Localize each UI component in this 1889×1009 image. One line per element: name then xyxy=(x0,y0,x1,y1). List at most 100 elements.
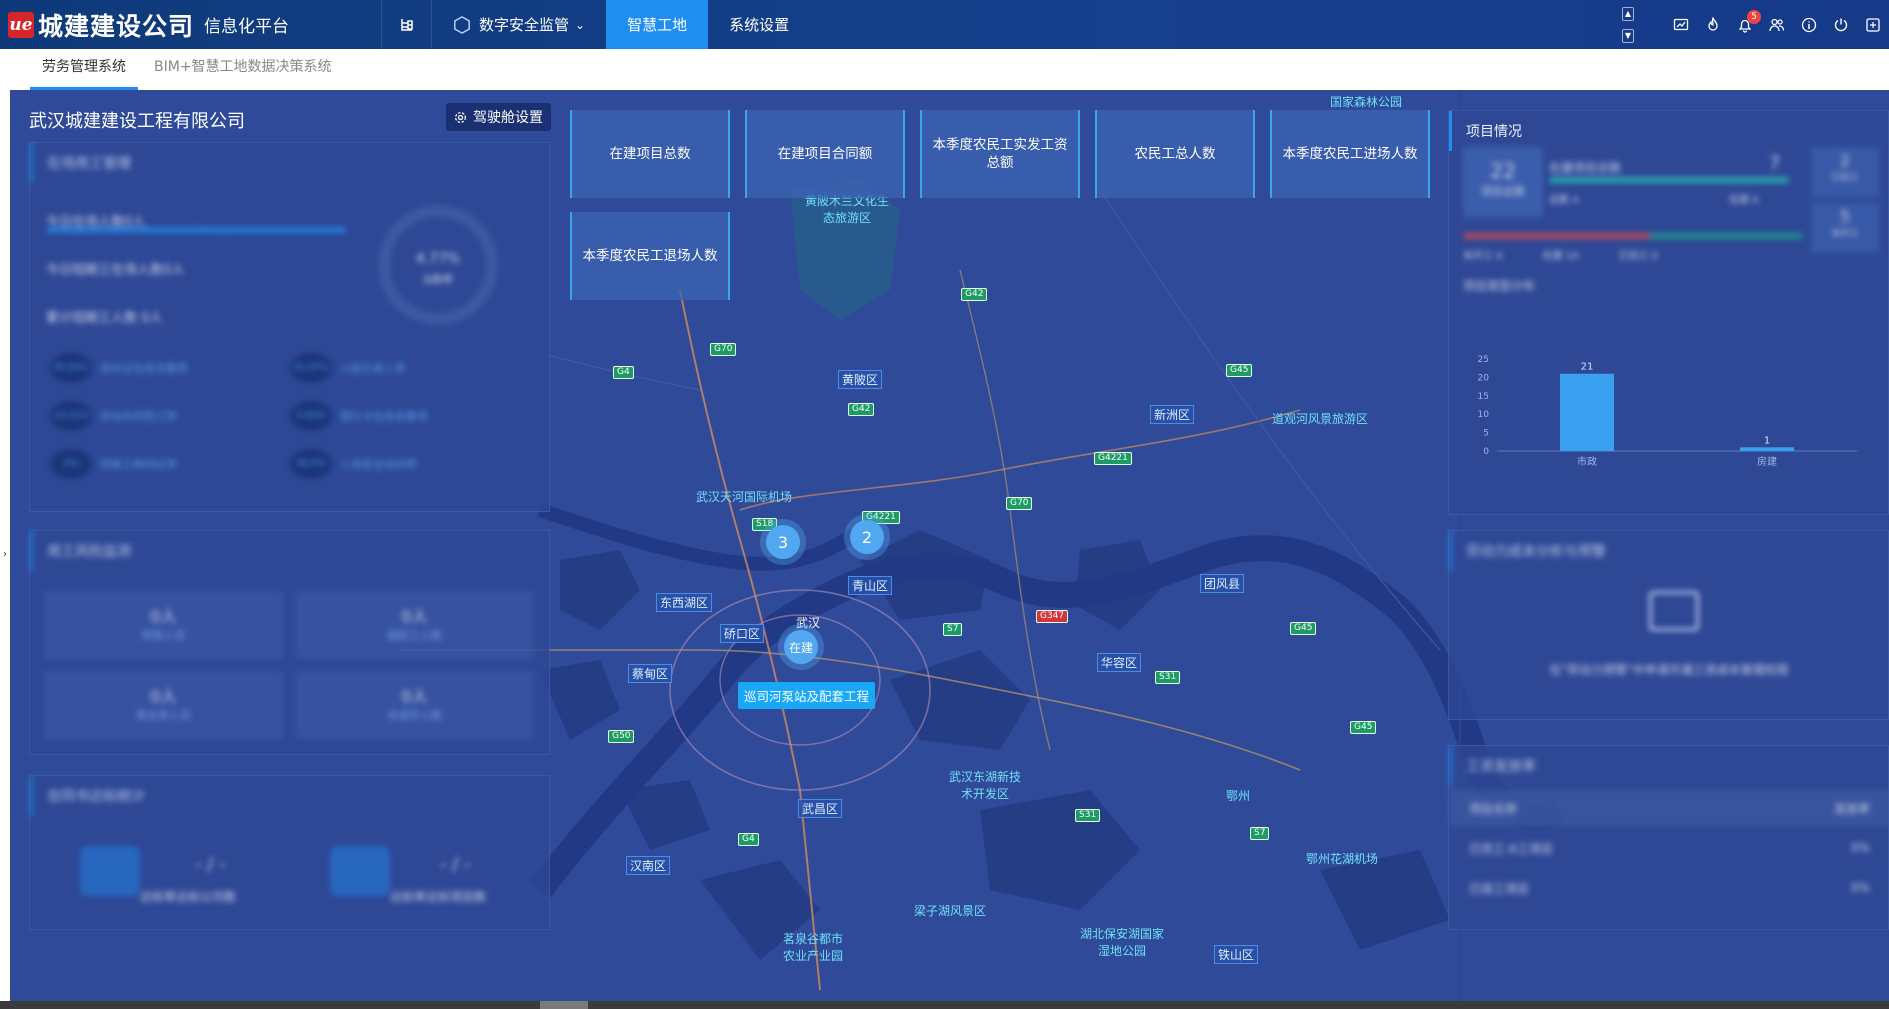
chevron-down-icon[interactable]: ▼ xyxy=(1622,28,1634,43)
road-shield: S31 xyxy=(1075,809,1101,822)
nav-label: 数字安全监管 xyxy=(479,16,570,34)
progress-bar xyxy=(1549,177,1789,183)
onsite-labor-panel: 在场用工管理 今日在场人数0人 今日短期工在场人数0人 累计短期工人数 0人 4… xyxy=(29,142,550,512)
stat-item: 0.00% 银行卡信息采集率 xyxy=(290,401,530,431)
status-legend: 未开工 0 在建 10 已完工 0 xyxy=(1463,247,1658,262)
side-label: 已完工 xyxy=(1831,173,1859,183)
tab-labor-management[interactable]: 劳务管理系统 xyxy=(30,49,138,90)
stat-value: 91.67% xyxy=(290,353,332,383)
map-label: 黄陂区 xyxy=(838,370,883,389)
panel-title: 工资发放率 xyxy=(1449,746,1888,786)
y-tick-label: 15 xyxy=(1478,392,1489,402)
kpi-card[interactable]: 本季度农民工实发工资总额 xyxy=(920,110,1080,198)
road-shield: G347 xyxy=(1036,610,1069,623)
kpi-card[interactable]: 在建项目合同额 xyxy=(745,110,905,198)
stat-label: 银行卡信息采集率 xyxy=(340,410,428,423)
nav-digital-safety[interactable]: 数字安全监管 ⌄ xyxy=(432,0,606,49)
kpi-card[interactable]: 本季度农民工退场人数 xyxy=(570,212,730,300)
risk-card[interactable]: 0人 黑名单人员 xyxy=(44,671,283,739)
stat-label: 特殊工种持证率 xyxy=(100,458,177,471)
risk-value: 0人 xyxy=(150,687,177,706)
stat-value: 14.11% xyxy=(50,401,92,431)
map-label: 鄂州 xyxy=(1226,789,1251,803)
labor-cost-content: 劳动力成本分析与预警 在"劳动力预警"中申请开通工资成本管理权限 xyxy=(1449,531,1888,677)
project-label[interactable]: 巡司河泵站及配套工程 xyxy=(738,682,876,709)
risk-card[interactable]: 0人 未成年人数 xyxy=(295,671,534,739)
stat-label: 劳动合同签订率 xyxy=(100,410,177,423)
table-header: 项目名称 发放率 xyxy=(1449,790,1889,826)
risk-card[interactable]: 0人 超龄工人数 xyxy=(295,591,534,659)
map-label: 青山区 xyxy=(848,576,893,595)
chevron-up-icon[interactable]: ▲ xyxy=(1622,6,1634,21)
row-sub: 在建 0 xyxy=(1729,195,1759,206)
nav-system-settings[interactable]: 系统设置 xyxy=(708,0,810,49)
wage-payment-content: 工资发放率 项目名称 发放率 已完工-6工项目 0% 已竣工项目 0% xyxy=(1449,746,1889,896)
power-button[interactable] xyxy=(1825,0,1857,49)
project-cluster-marker[interactable]: 3 xyxy=(766,525,800,559)
project-cluster-marker[interactable]: 2 xyxy=(850,520,884,554)
fullscreen-button[interactable] xyxy=(1857,0,1889,49)
map-label: 道观河风景旅游区 xyxy=(1272,412,1369,426)
kpi-card[interactable]: 农民工总人数 xyxy=(1095,110,1255,198)
column-header: 项目名称 xyxy=(1469,801,1518,816)
fire-button[interactable] xyxy=(1697,0,1729,49)
fullscreen-icon xyxy=(1866,17,1880,32)
info-button[interactable] xyxy=(1793,0,1825,49)
users-button[interactable] xyxy=(1761,0,1793,49)
project-marker[interactable]: 在建 xyxy=(784,630,818,664)
table-row[interactable]: 已完工-6工项目 0% xyxy=(1449,830,1889,866)
bar-value-label: 1 xyxy=(1764,435,1770,446)
total-label: 项目总数 xyxy=(1481,185,1525,198)
map-label: 梁子湖风景区 xyxy=(914,904,987,918)
side-stat: 5 未开工 xyxy=(1811,203,1879,253)
company-name: 城建建设公司 xyxy=(38,11,195,41)
row-value: 7 xyxy=(1769,153,1781,174)
y-tick-label: 5 xyxy=(1483,429,1489,439)
x-tick-label: 市政 xyxy=(1577,455,1597,468)
kpi-card[interactable]: 本季度农民工进场人数 xyxy=(1270,110,1430,198)
notification-button[interactable]: 5 xyxy=(1729,0,1761,49)
tree-menu-button[interactable] xyxy=(382,0,432,49)
risk-card-grid: 0人 特殊人员 0人 超龄工人数 0人 黑名单人员 0人 未成年人数 xyxy=(44,591,534,739)
project-status-panel: 项目情况 22 项目总数 在建项目总数 7 总数 4 在建 0 2 已完工 5 未开工… xyxy=(1448,110,1889,515)
bar[interactable] xyxy=(1740,447,1794,451)
logo[interactable]: ue 城建建设公司 信息化平台 xyxy=(0,0,382,49)
tab-bim-decision[interactable]: BIM+智慧工地数据决策系统 xyxy=(142,49,344,90)
panel-title: 用工风险监测 xyxy=(30,531,549,571)
project-total-card: 22 项目总数 xyxy=(1463,147,1543,217)
chart-title: 项目类型分布 xyxy=(1463,279,1536,293)
table-row[interactable]: 已竣工项目 0% xyxy=(1449,870,1889,906)
nav-label: 系统设置 xyxy=(729,16,790,34)
risk-label: 未成年人数 xyxy=(387,709,442,722)
side-stat: 2 已完工 xyxy=(1811,147,1879,197)
x-tick-label: 房建 xyxy=(1757,455,1777,468)
bar-value-label: 21 xyxy=(1581,362,1594,373)
power-icon xyxy=(1834,18,1848,31)
stat-value: 0% xyxy=(50,449,92,479)
road-shield: S7 xyxy=(1250,827,1270,840)
monitor-chart-button[interactable] xyxy=(1665,0,1697,49)
risk-label: 超龄工人数 xyxy=(387,629,442,642)
nav-scroll-control[interactable]: ▲ ▼ xyxy=(1619,6,1637,43)
cell-value: 0% xyxy=(1850,841,1870,855)
bar[interactable] xyxy=(1560,373,1614,451)
legend-item: 已完工 0 xyxy=(1618,251,1658,262)
map-label: 新洲区 xyxy=(1150,405,1195,424)
risk-value: 0人 xyxy=(150,607,177,626)
panel-title: 劳动力成本分析与预警 xyxy=(1449,531,1888,571)
chart-monitor-icon xyxy=(1673,18,1689,30)
legend-item: 在建 10 xyxy=(1542,251,1579,262)
road-shield: G4221 xyxy=(1094,452,1132,465)
onsite-labor-content: 在场用工管理 今日在场人数0人 今日短期工在场人数0人 累计短期工人数 0人 4… xyxy=(30,143,549,479)
panel-title: 在场用工管理 xyxy=(30,143,549,183)
horizontal-scrollbar[interactable] xyxy=(0,1001,1889,1009)
risk-card[interactable]: 0人 特殊人员 xyxy=(44,591,283,659)
cockpit-settings-button[interactable]: 驾驶舱设置 xyxy=(446,103,551,131)
scrollbar-thumb[interactable] xyxy=(540,1001,588,1009)
building-icon xyxy=(80,846,140,896)
sidebar-expand-button[interactable]: › xyxy=(0,540,10,570)
map-label: 汉南区 xyxy=(626,856,671,875)
nav-smart-site[interactable]: 智慧工地 xyxy=(606,0,709,49)
kpi-card[interactable]: 在建项目总数 xyxy=(570,110,730,198)
row-label: 在建项目总数 xyxy=(1549,161,1622,175)
